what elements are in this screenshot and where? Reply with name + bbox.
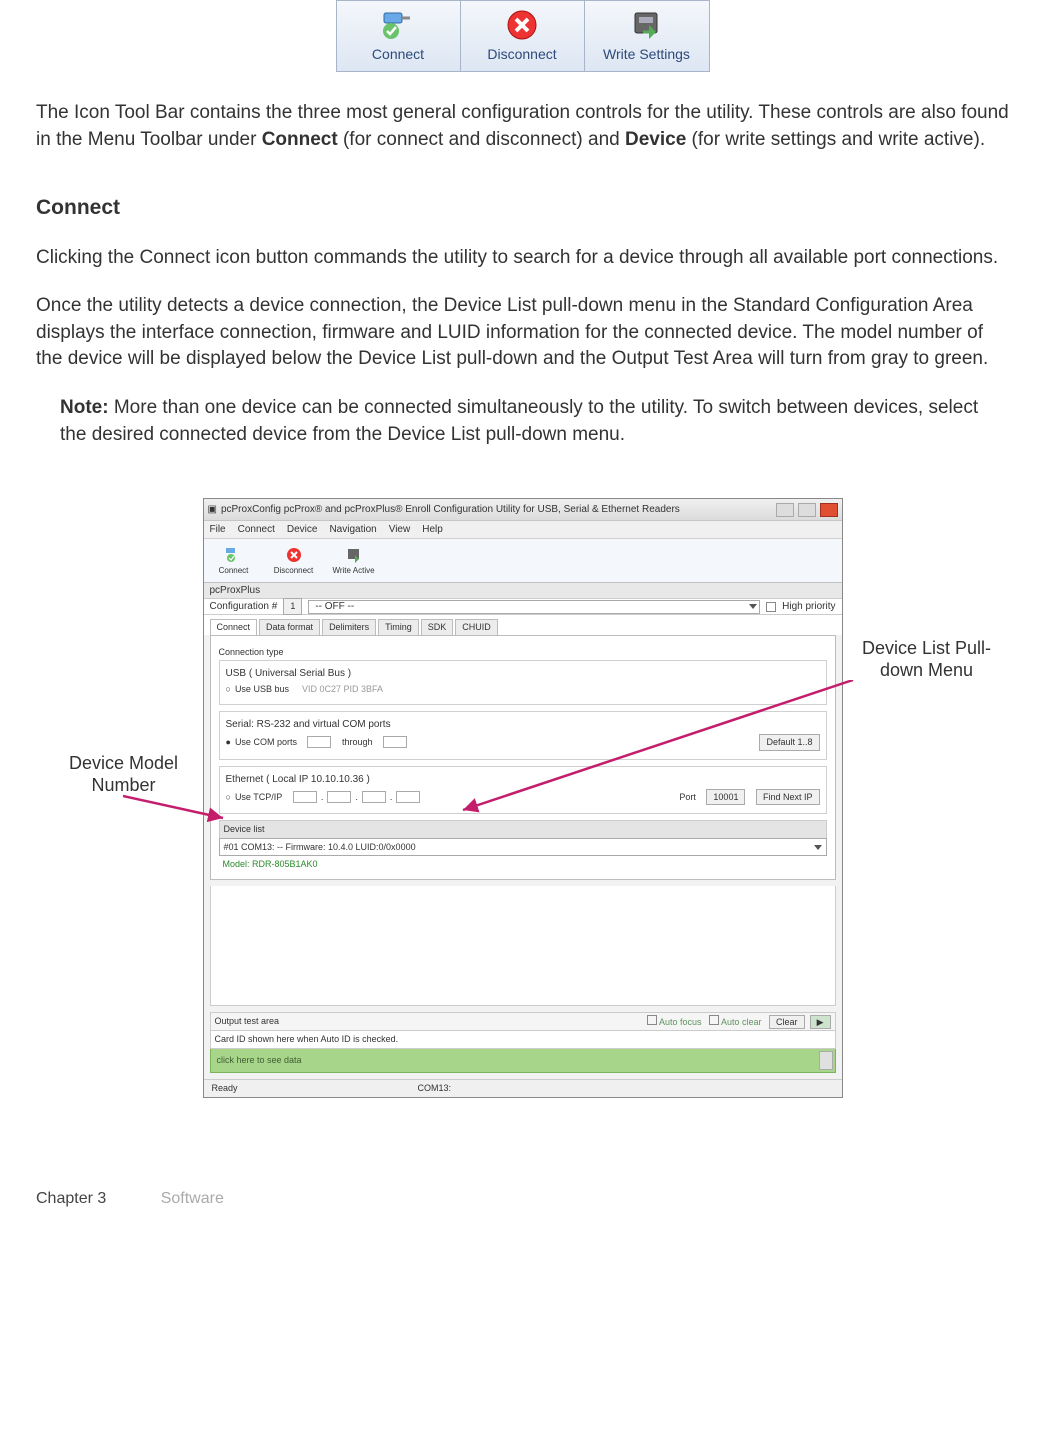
status-bar: Ready COM13: xyxy=(204,1079,842,1097)
menu-help[interactable]: Help xyxy=(422,523,443,537)
win-connect-button[interactable]: Connect xyxy=(204,540,264,582)
close-x-icon xyxy=(285,546,303,564)
close-x-icon xyxy=(504,7,540,43)
intro-paragraph: The Icon Tool Bar contains the three mos… xyxy=(36,100,1009,153)
status-ready: Ready xyxy=(212,1082,238,1095)
app-window: ▣ pcProxConfig pcProx® and pcProxPlus® E… xyxy=(203,498,843,1098)
ip-octet-4[interactable] xyxy=(396,791,420,803)
tab-chuid[interactable]: CHUID xyxy=(455,619,498,635)
plug-check-icon xyxy=(380,7,416,43)
menu-connect[interactable]: Connect xyxy=(238,523,275,537)
note-paragraph: Note: More than one device can be connec… xyxy=(36,395,1009,448)
port-value: 10001 xyxy=(706,789,745,806)
app-title: pcProxConfig pcProx® and pcProxPlus® Enr… xyxy=(221,503,772,517)
config-num-select[interactable]: 1 xyxy=(283,598,302,615)
connection-type-label: Connection type xyxy=(219,646,827,659)
page-footer: Chapter 3 Software xyxy=(36,1188,1009,1210)
write-label: Write Settings xyxy=(603,45,690,65)
plug-check-icon xyxy=(225,546,243,564)
ip-octet-3[interactable] xyxy=(362,791,386,803)
window-close-button[interactable] xyxy=(820,503,838,517)
section-label: Software xyxy=(161,1190,224,1207)
window-minimize-button[interactable] xyxy=(776,503,794,517)
disconnect-label: Disconnect xyxy=(487,45,556,65)
output-subtext: Card ID shown here when Auto ID is check… xyxy=(210,1031,836,1049)
menu-bar: File Connect Device Navigation View Help xyxy=(204,521,842,539)
device-write-icon xyxy=(345,546,363,564)
callout-model-number: Device Model Number xyxy=(49,753,199,796)
win-disconnect-button[interactable]: Disconnect xyxy=(264,540,324,582)
tab-delimiters[interactable]: Delimiters xyxy=(322,619,376,635)
use-com-radio[interactable]: Use COM ports xyxy=(235,736,297,749)
tabs-row: Connect Data format Delimiters Timing SD… xyxy=(204,615,842,635)
menu-navigation[interactable]: Navigation xyxy=(329,523,376,537)
disconnect-button[interactable]: Disconnect xyxy=(461,1,585,71)
go-button[interactable]: ▶ xyxy=(810,1015,831,1029)
win-write-button[interactable]: Write Active xyxy=(324,540,384,582)
use-usb-radio[interactable]: Use USB bus xyxy=(235,683,289,696)
com-to-spinner[interactable] xyxy=(383,736,407,748)
output-test-label: Output test area xyxy=(215,1015,280,1028)
device-list-select[interactable]: #01 COM13: -- Firmware: 10.4.0 LUID:0/0x… xyxy=(219,838,827,857)
tab-sdk[interactable]: SDK xyxy=(421,619,454,635)
callout-device-list: Device List Pull-down Menu xyxy=(847,638,1007,681)
icon-toolbar-figure: Connect Disconnect Write Settings xyxy=(36,0,1009,72)
connect-button[interactable]: Connect xyxy=(337,1,461,71)
device-write-icon xyxy=(629,7,665,43)
serial-group: Serial: RS-232 and virtual COM ports ●Us… xyxy=(219,711,827,760)
find-next-ip-button[interactable]: Find Next IP xyxy=(756,789,820,806)
tab-connect[interactable]: Connect xyxy=(210,619,258,635)
output-green-bar[interactable]: click here to see data xyxy=(210,1049,836,1073)
auto-clear-checkbox[interactable] xyxy=(709,1015,719,1025)
status-port: COM13: xyxy=(418,1082,452,1095)
connect-p2: Once the utility detects a device connec… xyxy=(36,293,1009,373)
output-test-area: Output test area Auto focus Auto clear C… xyxy=(210,1012,836,1073)
ip-octet-2[interactable] xyxy=(327,791,351,803)
tab-timing[interactable]: Timing xyxy=(378,619,419,635)
chevron-down-icon xyxy=(749,604,757,609)
menu-view[interactable]: View xyxy=(389,523,411,537)
com-from-spinner[interactable] xyxy=(307,736,331,748)
device-list-label: Device list xyxy=(219,820,827,838)
window-toolbar: Connect Disconnect Write Active xyxy=(204,539,842,583)
menu-device[interactable]: Device xyxy=(287,523,318,537)
ip-octet-1[interactable] xyxy=(293,791,317,803)
chevron-down-icon xyxy=(814,845,822,850)
chapter-label: Chapter 3 xyxy=(36,1190,106,1207)
config-row: Configuration # 1 -- OFF -- High priorit… xyxy=(204,599,842,615)
menu-file[interactable]: File xyxy=(210,523,226,537)
write-settings-button[interactable]: Write Settings xyxy=(585,1,709,71)
tab-body: Connection type USB ( Universal Serial B… xyxy=(210,635,836,880)
tab-data-format[interactable]: Data format xyxy=(259,619,320,635)
high-priority-checkbox[interactable] xyxy=(766,602,776,612)
use-tcpip-radio[interactable]: Use TCP/IP xyxy=(235,791,282,804)
device-model-text: Model: RDR-805B1AK0 xyxy=(219,856,827,873)
ethernet-group: Ethernet ( Local IP 10.10.10.36 ) ○Use T… xyxy=(219,766,827,815)
usb-group: USB ( Universal Serial Bus ) ○Use USB bu… xyxy=(219,660,827,705)
auto-focus-checkbox[interactable] xyxy=(647,1015,657,1025)
connect-heading: Connect xyxy=(36,193,1009,222)
app-screenshot-figure: Device Model Number Device List Pull-dow… xyxy=(203,498,843,1098)
clear-button[interactable]: Clear xyxy=(769,1015,805,1029)
blank-area xyxy=(210,886,836,1006)
connect-label: Connect xyxy=(372,45,424,65)
default-button[interactable]: Default 1..8 xyxy=(759,734,819,751)
title-bar: ▣ pcProxConfig pcProx® and pcProxPlus® E… xyxy=(204,499,842,521)
connect-p1: Clicking the Connect icon button command… xyxy=(36,245,1009,272)
subheader-row: pcProxPlus xyxy=(204,583,842,599)
window-maximize-button[interactable] xyxy=(798,503,816,517)
app-icon: ▣ xyxy=(208,503,217,517)
config-mode-select[interactable]: -- OFF -- xyxy=(308,600,760,614)
